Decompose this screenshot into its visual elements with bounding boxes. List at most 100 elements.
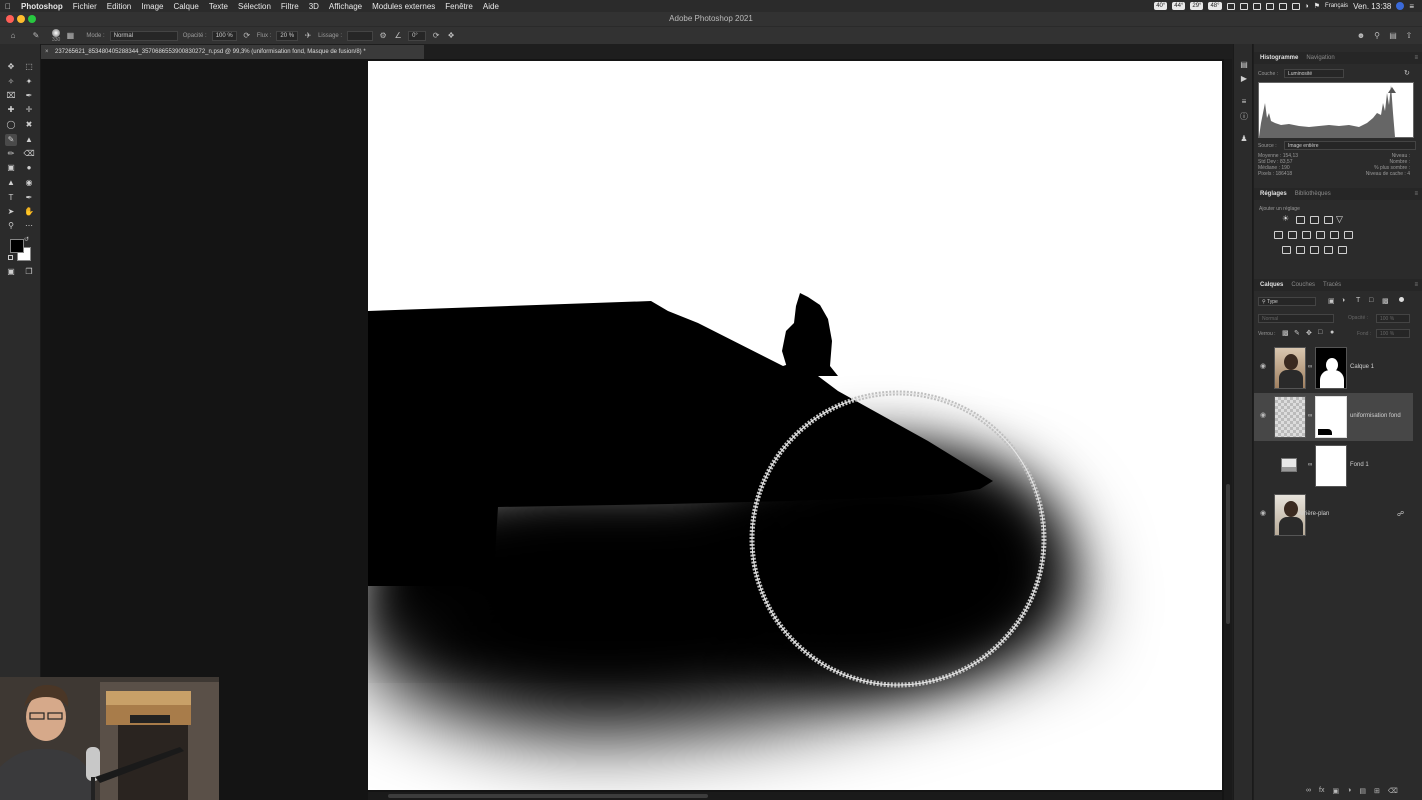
lock-position-icon[interactable]: ✥ xyxy=(1306,329,1312,337)
vertical-scrollbar-thumb[interactable] xyxy=(1226,484,1230,624)
quick-select-tool-icon[interactable]: ✦ xyxy=(23,76,35,88)
symmetry-icon[interactable]: ❖ xyxy=(446,31,456,41)
link-layers-icon[interactable]: ∞ xyxy=(1306,787,1311,795)
opacity-field[interactable]: 100 % xyxy=(211,30,237,41)
brush-settings-icon[interactable]: ▦ xyxy=(65,31,75,41)
channel-mixer-icon[interactable] xyxy=(1330,231,1339,239)
history-panel-icon[interactable]: ▤ xyxy=(1238,59,1250,71)
selective-color-icon[interactable] xyxy=(1324,246,1333,254)
home-icon[interactable]: ⌂ xyxy=(8,31,18,41)
channel-select[interactable]: Luminosité xyxy=(1284,69,1344,78)
eyedropper-tool-icon[interactable]: ✒ xyxy=(23,90,35,102)
patch-tool-icon[interactable]: ✛ xyxy=(23,104,35,116)
frame-tool-icon[interactable]: ◯ xyxy=(5,119,17,131)
foreground-color-swatch[interactable] xyxy=(10,239,24,253)
curves-icon[interactable] xyxy=(1310,216,1319,224)
lock-all-icon[interactable]: ● xyxy=(1330,329,1334,336)
smoothing-field[interactable] xyxy=(347,30,374,41)
tab-navigation[interactable]: Navigation xyxy=(1306,55,1334,61)
lasso-tool-icon[interactable]: ✧ xyxy=(5,76,17,88)
swap-colors-icon[interactable]: ↺ xyxy=(24,236,29,243)
scrollbar-thumb[interactable] xyxy=(388,794,708,798)
apple-icon[interactable]:  xyxy=(0,2,16,11)
lock-pixels-icon[interactable]: ✎ xyxy=(1294,329,1300,337)
more-tools-icon[interactable]: ⋯ xyxy=(23,220,35,232)
airbrush-icon[interactable]: ✈ xyxy=(303,31,313,41)
lock-transparency-icon[interactable]: ▩ xyxy=(1282,329,1289,337)
status-gpu-temp[interactable]: 44° xyxy=(1172,2,1186,10)
layer-mask-thumbnail[interactable] xyxy=(1315,396,1347,438)
fill-field[interactable]: 100 % xyxy=(1376,329,1410,338)
zoom-tool-icon[interactable]: ⚲ xyxy=(5,220,17,232)
layer-thumbnail[interactable] xyxy=(1274,396,1306,438)
menu-image[interactable]: Image xyxy=(136,2,168,11)
menubar-display-icon[interactable] xyxy=(1239,2,1248,10)
default-colors-icon[interactable] xyxy=(8,255,13,260)
search-icon[interactable]: ⚲ xyxy=(1372,31,1382,41)
type-tool-icon[interactable]: T xyxy=(5,192,17,204)
color-lookup-icon[interactable] xyxy=(1344,231,1353,239)
document-canvas[interactable] xyxy=(368,61,1222,790)
menu-calque[interactable]: Calque xyxy=(169,2,204,11)
photo-filter-icon[interactable] xyxy=(1316,231,1325,239)
gradient-map-icon[interactable] xyxy=(1338,246,1347,254)
user-avatar-icon[interactable] xyxy=(1396,2,1405,10)
close-tab-icon[interactable]: × xyxy=(45,45,49,59)
filter-smart-icon[interactable]: ▩ xyxy=(1382,297,1389,305)
angle-field[interactable]: 0° xyxy=(408,30,427,41)
menu-aide[interactable]: Aide xyxy=(478,2,504,11)
status-board-temp[interactable]: 48° xyxy=(1208,2,1222,10)
share-icon[interactable]: ⇧ xyxy=(1404,31,1414,41)
menu-3d[interactable]: 3D xyxy=(304,2,324,11)
control-center-icon[interactable]: ≡ xyxy=(1409,2,1414,11)
marquee-tool-icon[interactable]: ⬚ xyxy=(23,61,35,73)
menubar-clock[interactable]: Ven. 13:38 xyxy=(1353,2,1391,11)
hand-tool-icon[interactable]: ✋ xyxy=(23,206,35,218)
menubar-timemachine-icon[interactable] xyxy=(1278,2,1287,10)
tab-reglages[interactable]: Réglages xyxy=(1260,191,1287,197)
fill-layer-icon[interactable] xyxy=(1281,458,1297,472)
screen-mode-icon[interactable]: ❐ xyxy=(23,266,35,278)
layer-row-fond-1[interactable]: ∞ Fond 1 xyxy=(1254,442,1413,490)
link-chain-icon[interactable]: ∞ xyxy=(1308,462,1312,468)
minimize-window-button[interactable] xyxy=(17,15,25,23)
quick-mask-icon[interactable]: ▣ xyxy=(5,266,17,278)
tab-calques[interactable]: Calques xyxy=(1260,282,1283,288)
refresh-histogram-icon[interactable]: ↻ xyxy=(1404,69,1410,77)
visibility-eye-icon[interactable]: ◉ xyxy=(1260,362,1266,370)
menu-edition[interactable]: Edition xyxy=(102,2,136,11)
layer-opacity-field[interactable]: 100 % xyxy=(1376,314,1410,323)
horizontal-scrollbar[interactable] xyxy=(368,792,1222,800)
info-panel-icon[interactable]: ⓘ xyxy=(1238,111,1250,123)
gradient-tool-icon[interactable]: ▣ xyxy=(5,162,17,174)
menu-fenetre[interactable]: Fenêtre xyxy=(440,2,478,11)
menu-affichage[interactable]: Affichage xyxy=(324,2,367,11)
eraser-tool-icon[interactable]: ⌫ xyxy=(23,148,35,160)
status-ambient-temp[interactable]: 29° xyxy=(1190,2,1204,10)
user-icon[interactable]: ☻ xyxy=(1356,31,1366,41)
layer-thumbnail[interactable] xyxy=(1274,347,1306,389)
add-mask-icon[interactable]: ▣ xyxy=(1332,787,1339,795)
dodge-tool-icon[interactable]: ▲ xyxy=(5,177,17,189)
filter-shape-icon[interactable]: □ xyxy=(1369,297,1373,304)
wifi-icon[interactable]: ◑ xyxy=(1305,3,1309,10)
actions-panel-icon[interactable]: ▶ xyxy=(1238,73,1250,85)
panel-menu-icon[interactable]: ≡ xyxy=(1414,55,1422,61)
delete-layer-icon[interactable]: ⌫ xyxy=(1388,787,1398,795)
tab-couches[interactable]: Couches xyxy=(1291,282,1315,288)
tab-histogramme[interactable]: Histogramme xyxy=(1260,55,1298,61)
layers-menu-icon[interactable]: ≡ xyxy=(1414,282,1422,288)
sponge-tool-icon[interactable]: ◉ xyxy=(23,177,35,189)
menu-modules[interactable]: Modules externes xyxy=(367,2,440,11)
new-group-icon[interactable]: ▤ xyxy=(1359,787,1366,795)
link-chain-icon[interactable]: ∞ xyxy=(1308,413,1312,419)
layer-filter-select[interactable]: ⚲ Type xyxy=(1258,297,1316,306)
hue-saturation-icon[interactable] xyxy=(1274,231,1283,239)
mode-select[interactable]: Normal xyxy=(109,30,178,41)
threshold-icon[interactable] xyxy=(1310,246,1319,254)
properties-panel-icon[interactable]: ≡ xyxy=(1238,96,1250,108)
zoom-window-button[interactable] xyxy=(28,15,36,23)
levels-icon[interactable] xyxy=(1296,216,1305,224)
path-select-tool-icon[interactable]: ➤ xyxy=(5,206,17,218)
stamp-tool-icon[interactable]: ▲ xyxy=(23,134,35,146)
